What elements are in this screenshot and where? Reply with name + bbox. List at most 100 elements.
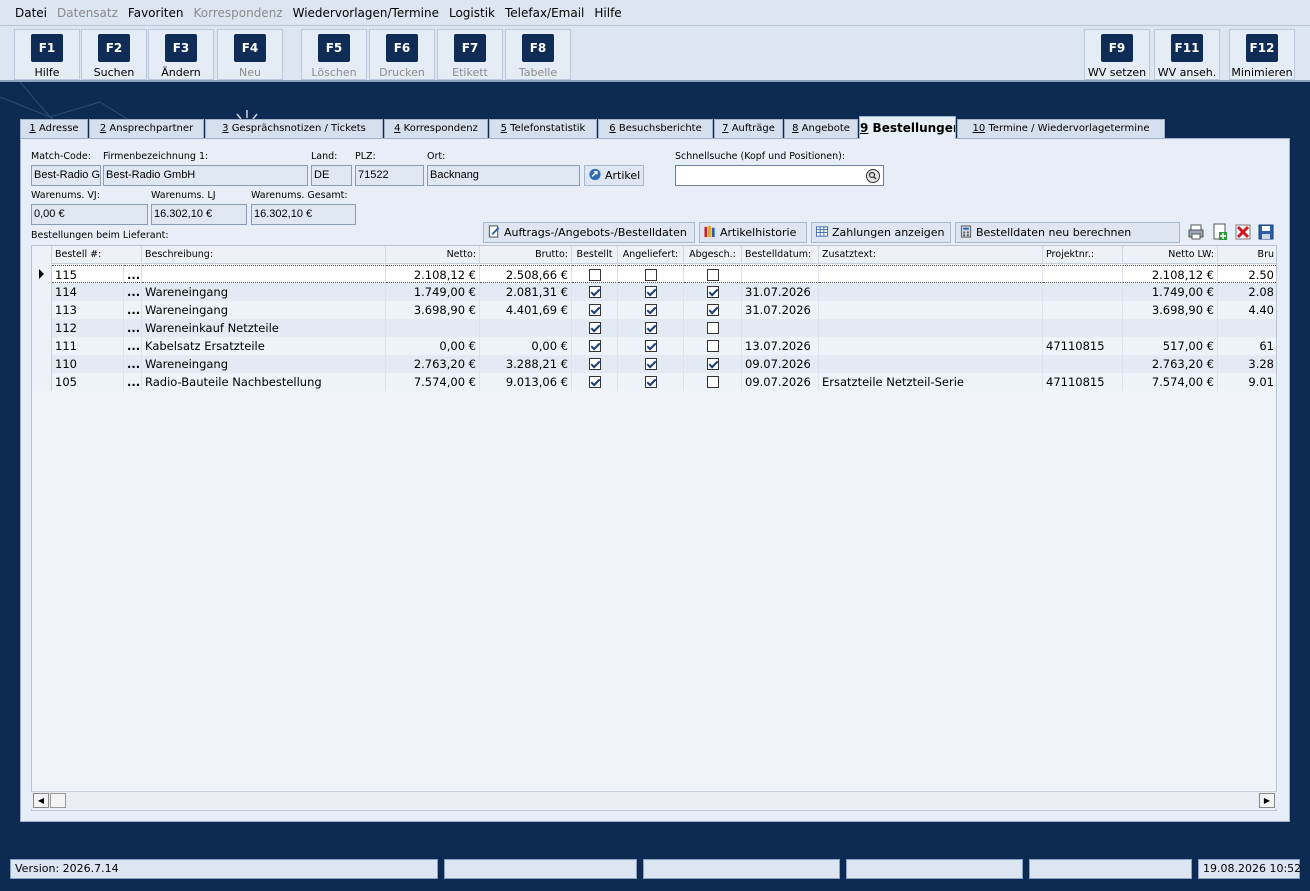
cell-delivered-checkbox[interactable] [618, 337, 684, 355]
cell-ordered-checkbox[interactable] [572, 337, 618, 355]
cell-ordered-checkbox[interactable] [572, 265, 618, 283]
cell-ellipsis-button[interactable]: ... [124, 337, 142, 355]
land-field[interactable]: DE [311, 165, 352, 186]
cell-closed-checkbox[interactable] [684, 301, 742, 319]
checkbox[interactable] [588, 358, 601, 370]
scroll-right-icon[interactable]: ▶ [1259, 793, 1275, 808]
tab-termine-wiedervorlagetermine[interactable]: 10 Termine / Wiedervorlagetermine [957, 119, 1165, 138]
checkbox[interactable] [588, 322, 601, 334]
toolbar-button-f4[interactable]: F4 Neu [217, 29, 283, 80]
row-indicator[interactable] [32, 337, 52, 355]
cell-delivered-checkbox[interactable] [618, 301, 684, 319]
checkbox[interactable] [588, 304, 601, 316]
row-indicator[interactable] [32, 355, 52, 373]
tab-aufträge[interactable]: 7 Aufträge [714, 119, 783, 138]
table-row[interactable]: 113... Wareneingang 3.698,90 €4.401,69 €31… [32, 301, 1276, 319]
checkbox[interactable] [706, 304, 719, 316]
cell-ellipsis-button[interactable]: ... [124, 301, 142, 319]
menu-favoriten[interactable]: Favoriten [123, 0, 189, 26]
ort-field[interactable]: Backnang [427, 165, 580, 186]
matchcode-field[interactable]: Best-Radio Gr [31, 165, 101, 186]
toolbar-button-f5[interactable]: F5 Löschen [301, 29, 367, 80]
cell-ordered-checkbox[interactable] [572, 355, 618, 373]
scroll-thumb[interactable] [50, 793, 66, 808]
delete-icon[interactable] [1234, 223, 1252, 241]
save-icon[interactable] [1257, 223, 1275, 241]
checkbox[interactable] [706, 322, 719, 334]
warenums-gesamt-field[interactable]: 16.302,10 € [251, 204, 356, 225]
menu-hilfe[interactable]: Hilfe [589, 0, 626, 26]
column-header[interactable]: Projektnr.: [1043, 246, 1123, 264]
artikelhistorie-button[interactable]: Artikelhistorie [699, 222, 807, 243]
table-row[interactable]: 115... 2.108,12 €2.508,66 €2.108,12 €2.50 [32, 265, 1276, 283]
checkbox[interactable] [588, 286, 601, 298]
tab-ansprechpartner[interactable]: 2 Ansprechpartner [89, 119, 204, 138]
checkbox[interactable] [588, 340, 601, 352]
column-header[interactable]: Zusatztext: [819, 246, 1043, 264]
toolbar-button-f9[interactable]: F9 WV setzen [1084, 29, 1150, 80]
tab-gesprächsnotizen-tickets[interactable]: 3 Gesprächsnotizen / Tickets [205, 119, 383, 138]
checkbox[interactable] [644, 340, 657, 352]
toolbar-button-f3[interactable]: F3 Ändern [148, 29, 214, 80]
scroll-left-icon[interactable]: ◀ [33, 793, 49, 808]
cell-ordered-checkbox[interactable] [572, 373, 618, 391]
cell-closed-checkbox[interactable] [684, 355, 742, 373]
cell-ellipsis-button[interactable]: ... [124, 265, 142, 283]
column-header[interactable]: Abgesch.: [684, 246, 742, 264]
warenums-vj-field[interactable]: 0,00 € [31, 204, 148, 225]
cell-ordered-checkbox[interactable] [572, 319, 618, 337]
row-indicator[interactable] [32, 301, 52, 319]
checkbox[interactable] [644, 322, 657, 334]
print-icon[interactable] [1187, 223, 1205, 241]
cell-closed-checkbox[interactable] [684, 373, 742, 391]
cell-ordered-checkbox[interactable] [572, 301, 618, 319]
toolbar-button-f1[interactable]: F1 Hilfe [14, 29, 80, 80]
tab-besuchsberichte[interactable]: 6 Besuchsberichte [598, 119, 713, 138]
checkbox[interactable] [706, 286, 719, 298]
checkbox[interactable] [644, 269, 657, 281]
cell-closed-checkbox[interactable] [684, 283, 742, 301]
cell-delivered-checkbox[interactable] [618, 373, 684, 391]
cell-delivered-checkbox[interactable] [618, 355, 684, 373]
zahlungen-button[interactable]: Zahlungen anzeigen [811, 222, 951, 243]
cell-ellipsis-button[interactable]: ... [124, 373, 142, 391]
menu-datei[interactable]: Datei [10, 0, 52, 26]
checkbox[interactable] [644, 376, 657, 388]
cell-ellipsis-button[interactable]: ... [124, 355, 142, 373]
checkbox[interactable] [588, 376, 601, 388]
cell-delivered-checkbox[interactable] [618, 265, 684, 283]
column-header[interactable]: Bestellt [572, 246, 618, 264]
menu-datensatz[interactable]: Datensatz [52, 0, 123, 26]
tab-angebote[interactable]: 8 Angebote [784, 119, 858, 138]
table-row[interactable]: 112... Wareneinkauf Netzteile [32, 319, 1276, 337]
warenums-lj-field[interactable]: 16.302,10 € [151, 204, 247, 225]
checkbox[interactable] [644, 304, 657, 316]
menu-logistik[interactable]: Logistik [444, 0, 500, 26]
cell-ellipsis-button[interactable]: ... [124, 283, 142, 301]
new-document-icon[interactable] [1211, 223, 1229, 241]
search-input[interactable] [675, 165, 884, 186]
checkbox[interactable] [706, 269, 719, 281]
column-header[interactable]: Netto: [386, 246, 480, 264]
checkbox[interactable] [706, 376, 719, 388]
horizontal-scrollbar[interactable]: ◀ ▶ [31, 791, 1277, 809]
tab-telefonstatistik[interactable]: 5 Telefonstatistik [489, 119, 597, 138]
toolbar-button-f7[interactable]: F7 Etikett [437, 29, 503, 80]
menu-korrespondenz[interactable]: Korrespondenz [188, 0, 287, 26]
table-row[interactable]: 110... Wareneingang 2.763,20 €3.288,21 €09… [32, 355, 1276, 373]
firma-field[interactable]: Best-Radio GmbH [103, 165, 308, 186]
toolbar-button-f11[interactable]: F11 WV anseh. [1154, 29, 1220, 80]
tab-bestellungen[interactable]: 9 Bestellungen [859, 116, 956, 139]
column-header[interactable]: Beschreibung: [142, 246, 386, 264]
cell-closed-checkbox[interactable] [684, 337, 742, 355]
tab-korrespondenz[interactable]: 4 Korrespondenz [384, 119, 488, 138]
cell-closed-checkbox[interactable] [684, 265, 742, 283]
column-header[interactable]: Angeliefert: [618, 246, 684, 264]
cell-ellipsis-button[interactable]: ... [124, 319, 142, 337]
toolbar-button-f12[interactable]: F12 Minimieren [1229, 29, 1295, 80]
cell-closed-checkbox[interactable] [684, 319, 742, 337]
cell-delivered-checkbox[interactable] [618, 283, 684, 301]
column-header[interactable]: Bestell #: [52, 246, 142, 264]
table-row[interactable]: 105... Radio-Bauteile Nachbestellung 7.574… [32, 373, 1276, 391]
toolbar-button-f8[interactable]: F8 Tabelle [505, 29, 571, 80]
